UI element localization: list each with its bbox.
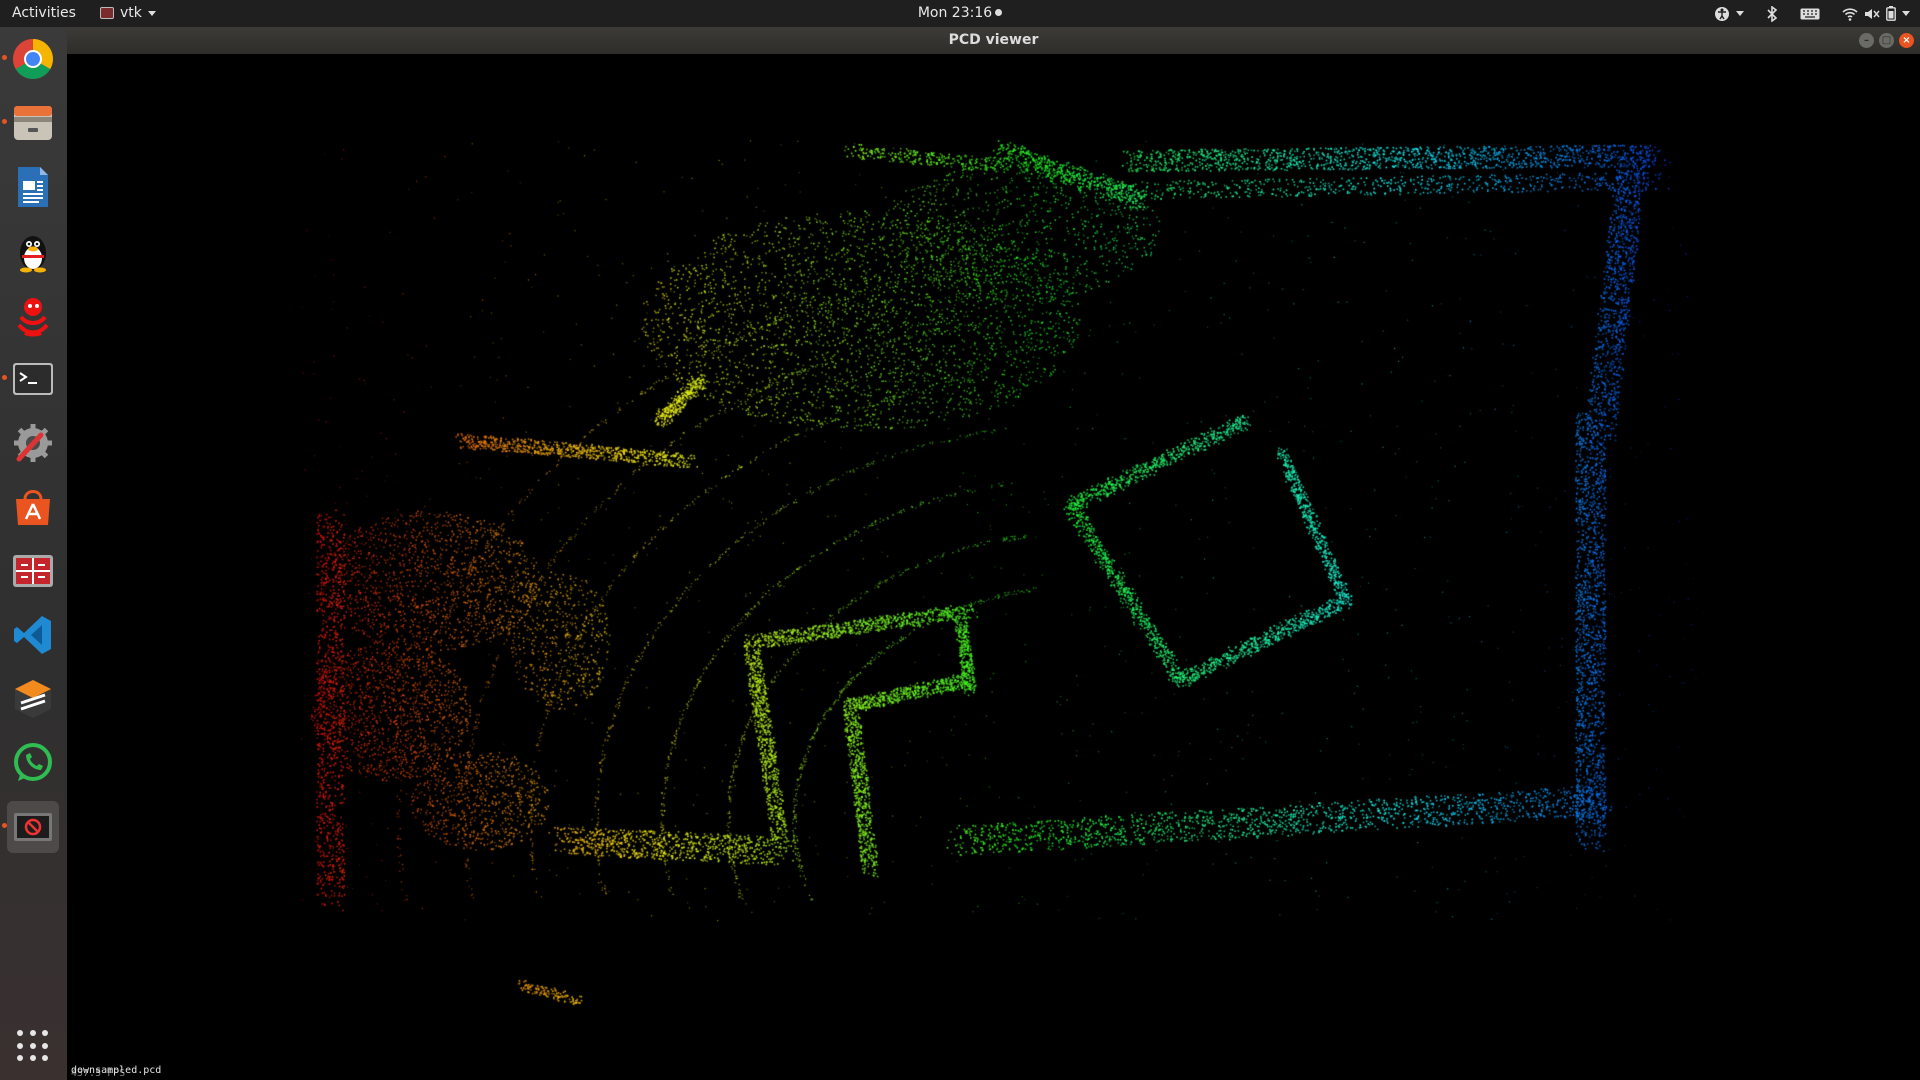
red-swirl-icon	[17, 298, 49, 337]
window-titlebar[interactable]: PCD viewer – □ ×	[67, 27, 1920, 54]
minimize-button[interactable]: –	[1859, 33, 1874, 48]
wrench-gear-icon	[14, 424, 52, 462]
grid-dot-icon	[42, 1030, 49, 1036]
running-indicator	[2, 55, 7, 60]
wifi-icon	[1842, 7, 1858, 21]
accessibility-menu[interactable]	[1714, 6, 1744, 22]
dock-red-window-app[interactable]	[7, 545, 59, 597]
app-menu-label: vtk	[120, 5, 142, 21]
no-entry-window-icon	[14, 813, 52, 841]
sublime-box-icon	[15, 680, 51, 718]
system-tray	[1714, 3, 1910, 24]
point-cloud-canvas[interactable]	[67, 54, 1920, 1080]
dock-red-app[interactable]	[7, 289, 59, 341]
grid-dot-icon	[29, 1030, 36, 1036]
show-applications-button[interactable]	[17, 1030, 49, 1062]
dock	[0, 27, 67, 1080]
keyboard-icon	[1800, 8, 1820, 19]
dock-qq[interactable]	[7, 225, 59, 277]
qq-penguin-icon	[20, 236, 46, 273]
dock-chrome[interactable]	[2, 33, 59, 85]
grid-dot-icon	[42, 1055, 49, 1062]
grid-dot-icon	[42, 1042, 49, 1049]
app-menu[interactable]: vtk	[100, 5, 156, 21]
point-cloud-viewport[interactable]: 457.5 FPS downsampled.pcd	[67, 54, 1920, 1080]
document-writer-icon	[18, 167, 48, 207]
activities-button[interactable]: Activities	[12, 5, 76, 21]
grid-dot-icon	[17, 1030, 23, 1036]
window-title: PCD viewer	[948, 32, 1039, 48]
bluetooth-menu[interactable]	[1766, 5, 1778, 22]
close-button[interactable]: ×	[1899, 33, 1914, 48]
terminal-icon	[13, 363, 53, 395]
chrome-icon	[13, 39, 53, 79]
top-bar: Activities vtk Mon 23:16	[0, 0, 1920, 27]
vscode-icon	[14, 616, 51, 654]
fps-readout: 457.5 FPS	[71, 1068, 126, 1079]
dock-sublime[interactable]	[7, 673, 59, 725]
bluetooth-icon	[1767, 5, 1778, 22]
dock-software-center[interactable]	[7, 481, 59, 533]
grid-dot-icon	[17, 1055, 23, 1062]
running-indicator	[2, 375, 7, 380]
system-menu[interactable]	[1842, 6, 1910, 21]
accessibility-icon	[1715, 6, 1729, 21]
dock-terminal[interactable]	[2, 353, 59, 405]
grid-dot-icon	[29, 1055, 36, 1062]
dock-settings-tool[interactable]	[7, 417, 59, 469]
pcd-viewer-window: PCD viewer – □ × 457.5 FPS downsampled.p…	[67, 27, 1920, 1080]
notification-dot-icon	[995, 9, 1003, 16]
running-indicator	[2, 823, 7, 828]
app-menu-icon	[100, 7, 114, 19]
dock-files[interactable]	[2, 97, 59, 149]
whatsapp-icon	[14, 743, 52, 781]
software-bag-icon	[16, 490, 50, 525]
clock[interactable]: Mon 23:16	[918, 5, 992, 21]
grid-dot-icon	[29, 1042, 36, 1049]
chevron-down-icon	[1736, 11, 1744, 16]
red-window-icon	[13, 555, 53, 587]
dock-writer[interactable]	[7, 161, 59, 213]
viewer-status: 457.5 FPS downsampled.pcd	[71, 1065, 161, 1079]
chevron-down-icon	[1902, 11, 1910, 16]
files-icon	[14, 106, 52, 140]
running-indicator	[2, 119, 7, 124]
keyboard-menu[interactable]	[1800, 8, 1820, 20]
dock-vtk-app[interactable]	[2, 801, 59, 853]
chevron-down-icon	[147, 10, 156, 16]
dock-vscode[interactable]	[7, 609, 59, 661]
volume-muted-icon	[1865, 8, 1880, 19]
battery-icon	[1886, 6, 1896, 21]
grid-dot-icon	[17, 1042, 23, 1049]
dock-whatsapp[interactable]	[7, 737, 59, 789]
maximize-button[interactable]: □	[1879, 33, 1894, 48]
